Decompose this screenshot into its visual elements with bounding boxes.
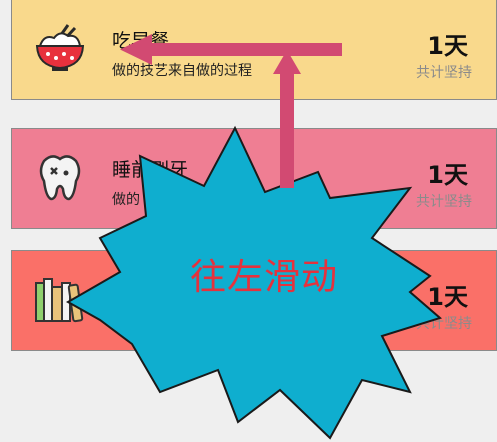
swipe-hint-text: 往左滑动 [190, 257, 339, 298]
swipe-tutorial-overlay [65, 34, 443, 440]
